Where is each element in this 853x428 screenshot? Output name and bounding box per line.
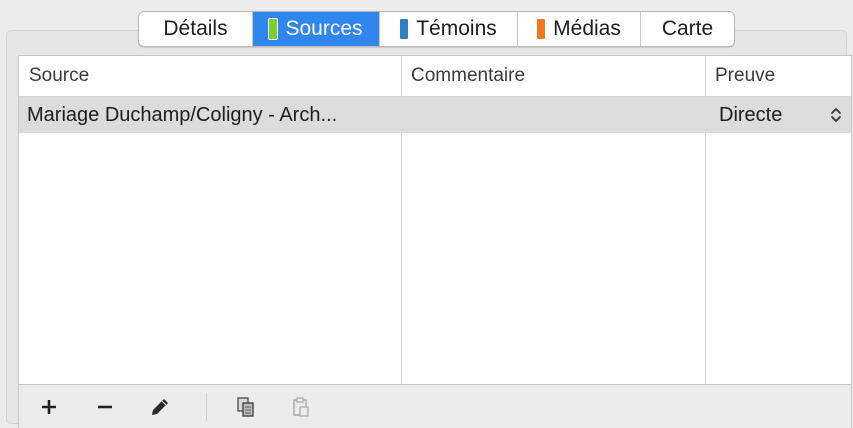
table-header: Source Commentaire Preuve (19, 56, 851, 97)
tab-details[interactable]: Détails (139, 12, 253, 46)
add-icon (42, 400, 56, 414)
preuve-select[interactable]: Directe (706, 97, 851, 133)
column-header-commentaire[interactable]: Commentaire (401, 56, 705, 96)
remove-button[interactable] (91, 393, 119, 421)
tab-temoins-label: Témoins (416, 17, 497, 40)
copy-button[interactable] (232, 393, 260, 421)
cell-source[interactable]: Mariage Duchamp/Coligny - Arch... (19, 97, 401, 133)
toolbar-separator (206, 393, 207, 421)
tab-temoins[interactable]: Témoins (380, 12, 518, 46)
cell-commentaire[interactable] (402, 97, 705, 133)
tab-sources[interactable]: Sources (253, 12, 380, 46)
column-header-preuve[interactable]: Preuve (705, 56, 851, 96)
medias-color-swatch-icon (537, 19, 546, 39)
table-row[interactable]: Mariage Duchamp/Coligny - Arch... Direct… (19, 97, 851, 133)
preuve-select-value: Directe (719, 104, 783, 126)
tab-bar: Détails Sources Témoins Médias Carte (138, 11, 735, 47)
add-button[interactable] (35, 393, 63, 421)
chevron-up-down-icon (831, 108, 841, 122)
tab-medias[interactable]: Médias (518, 12, 641, 46)
edit-pencil-icon (152, 399, 168, 415)
sources-color-swatch-icon (268, 18, 279, 40)
copy-icon (237, 397, 254, 417)
tab-sources-label: Sources (285, 17, 363, 40)
column-header-source[interactable]: Source (19, 56, 401, 96)
temoins-color-swatch-icon (400, 19, 409, 39)
paste-icon (293, 397, 309, 417)
tab-medias-label: Médias (553, 17, 621, 40)
tab-carte[interactable]: Carte (641, 12, 734, 46)
edit-button[interactable] (146, 393, 174, 421)
paste-button[interactable] (287, 393, 315, 421)
sources-table[interactable]: Source Commentaire Preuve Mariage Ducham… (18, 55, 852, 385)
tab-details-label: Détails (163, 17, 228, 40)
table-toolbar (18, 385, 852, 428)
remove-icon (98, 405, 112, 409)
tab-carte-label: Carte (661, 17, 714, 40)
